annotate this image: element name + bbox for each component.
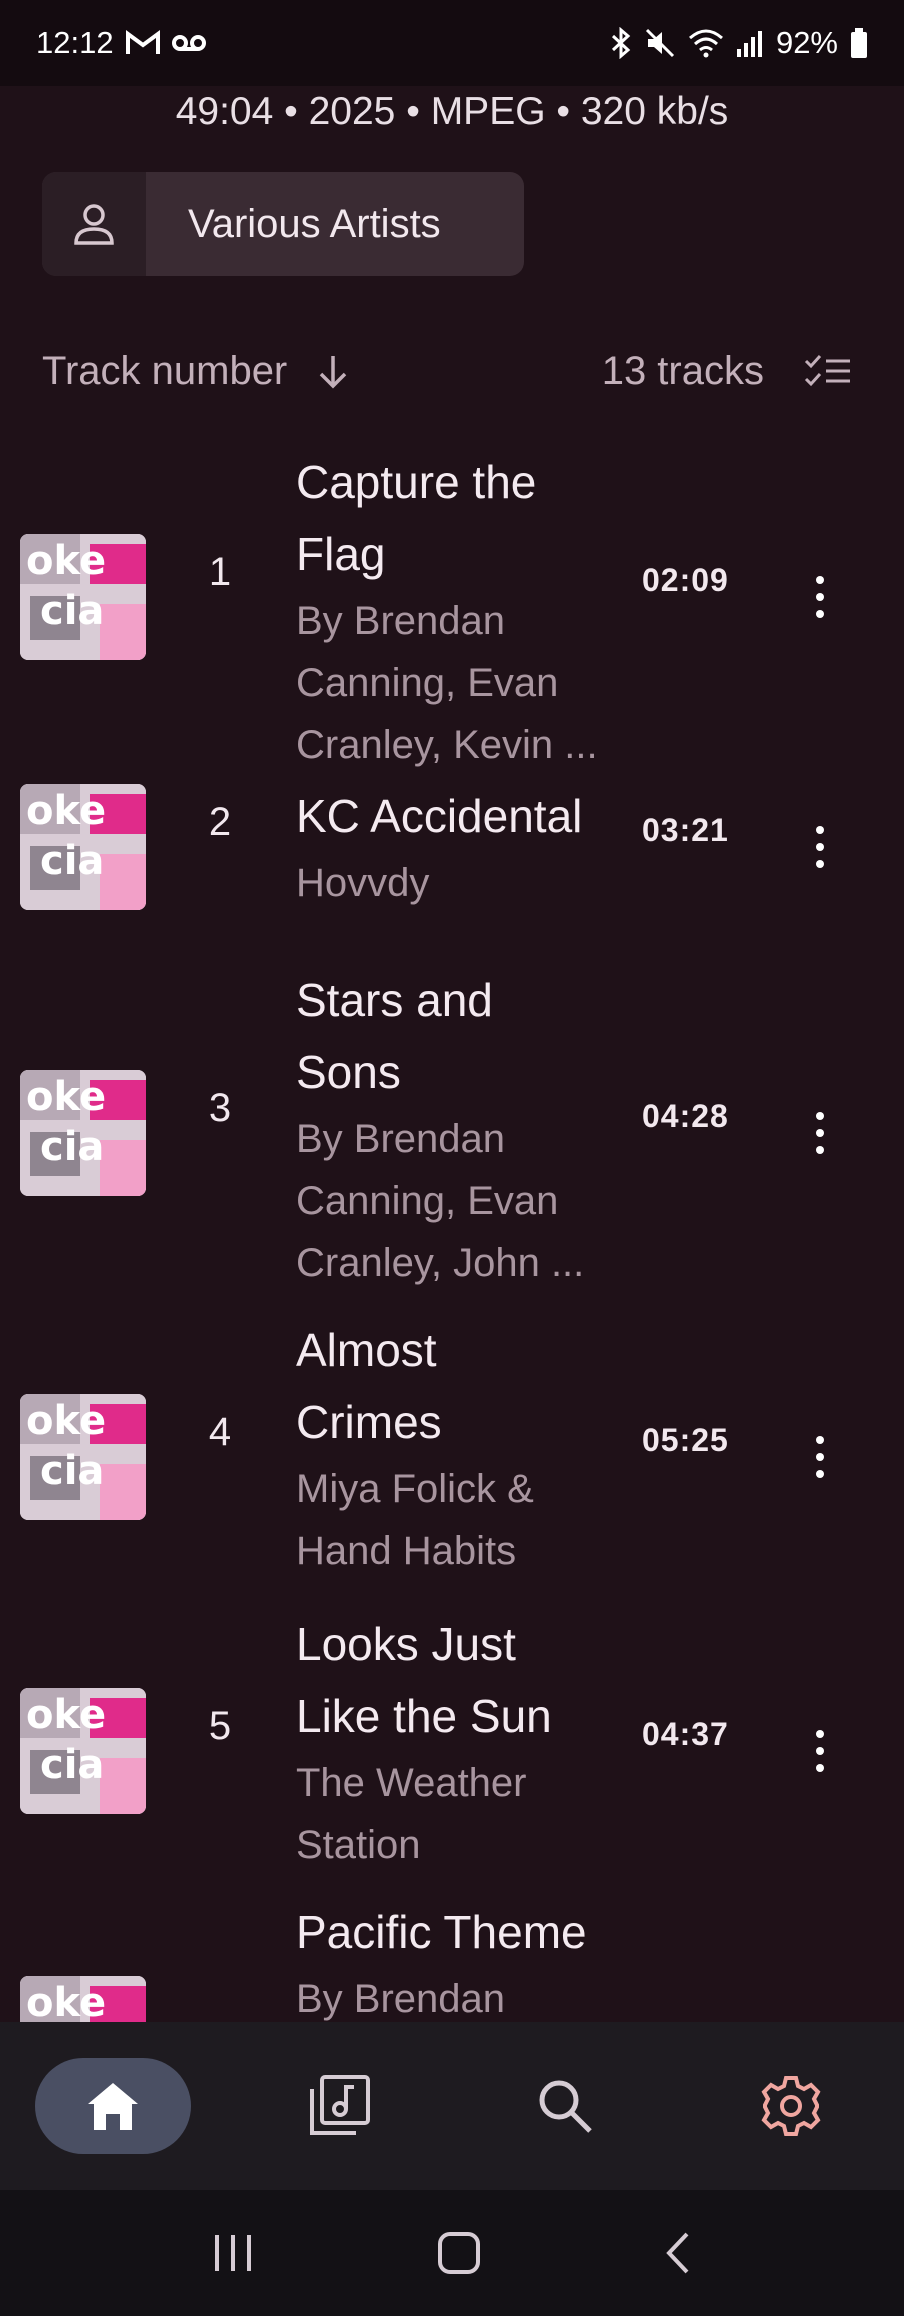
svg-text:oke: oke [26,538,106,584]
select-list-icon[interactable] [804,353,852,389]
svg-text:oke: oke [26,788,106,834]
track-artist: Cranley, John ... [296,1241,585,1285]
arrow-down-icon [315,353,351,389]
nav-settings[interactable] [713,2058,869,2154]
track-duration: 02:09 [642,562,729,598]
status-time: 12:12 [36,25,114,60]
album-art-thumbnail: okecia [20,784,146,910]
more-options-icon[interactable] [800,1098,840,1168]
album-art-thumbnail: okecia [20,534,146,660]
track-count: 13 tracks [601,348,764,393]
battery-icon [850,28,868,58]
nav-library[interactable] [261,2058,417,2154]
album-meta: 49:04 • 2025 • MPEG • 320 kb/s [175,90,729,133]
track-duration: 05:25 [642,1422,729,1458]
more-options-icon[interactable] [800,1716,840,1786]
library-icon [308,2075,370,2137]
home-icon [86,2080,140,2132]
home-button-icon[interactable] [437,2231,481,2275]
track-number: 5 [208,1704,232,1748]
track-title: Pacific Theme [296,1906,587,1958]
more-options-icon[interactable] [800,812,840,882]
artist-label: Various Artists [188,201,441,246]
status-bar: 12:12 92% [0,0,904,86]
track-artist: Canning, Evan [296,1179,559,1223]
track-row[interactable]: oke cia 4 Almost Crimes Miya Folick & Han… [0,1294,904,1594]
svg-text:cia: cia [40,838,104,884]
album-art-thumbnail: okecia [20,1976,146,2022]
track-number: 4 [208,1410,232,1454]
track-artist: Hand Habits [296,1529,517,1573]
track-artist: By Brendan [296,1117,506,1161]
system-navigation-bar [0,2190,904,2316]
track-duration: 04:37 [642,1716,729,1752]
track-number: 3 [208,1086,232,1130]
sort-label: Track number [42,348,288,393]
svg-text:oke: oke [26,1398,106,1444]
sort-button[interactable]: Track number [42,349,351,394]
album-art-thumbnail: okecia [20,1688,146,1814]
sort-bar: Track number 13 tracks [42,336,852,406]
svg-text:cia: cia [40,1742,104,1788]
track-row[interactable]: oke cia 1 Capture the Flag By Brendan Can… [0,446,904,767]
track-artist: Station [296,1823,421,1867]
track-row[interactable]: oke cia 2 KC Accidental Hovvdy 03:21 [0,720,904,964]
track-duration: 03:21 [642,812,729,848]
svg-text:oke: oke [26,1980,106,2022]
track-title: Like the Sun [296,1690,552,1742]
track-number: 1 [208,550,232,594]
track-artist: Miya Folick & [296,1467,534,1511]
track-artist: By Brendan [296,599,506,643]
track-title: Stars and [296,974,493,1026]
person-icon [42,172,146,276]
album-art-thumbnail: okecia [20,1070,146,1196]
svg-text:oke: oke [26,1692,106,1738]
battery-percent: 92% [775,25,838,60]
track-title: Sons [296,1046,401,1098]
track-title: Flag [296,528,386,580]
nav-search[interactable] [487,2058,643,2154]
signal-icon [736,29,764,57]
svg-text:cia: cia [40,1448,104,1494]
more-options-icon[interactable] [800,562,840,632]
back-icon[interactable] [663,2231,693,2275]
settings-icon [759,2074,823,2138]
gmail-icon [125,30,160,56]
track-title: Crimes [296,1396,442,1448]
track-title: Capture the [296,456,537,508]
track-row[interactable]: oke cia 3 Stars and Sons By Brendan Canni… [0,964,904,1294]
track-artist: The Weather [296,1761,527,1805]
track-artist: Canning, Evan [296,661,559,705]
album-art-thumbnail: okecia [20,1394,146,1520]
track-number: 2 [208,800,232,844]
recent-apps-icon[interactable] [211,2233,255,2273]
search-icon [536,2077,594,2135]
nav-home[interactable] [35,2058,191,2154]
track-artist: By Brendan [296,1977,506,2021]
track-row[interactable]: oke cia 5 Looks Just Like the Sun The Wea… [0,1594,904,1882]
svg-text:oke: oke [26,1074,106,1120]
svg-text:cia: cia [40,588,104,634]
track-artist: Hovvdy [296,861,430,905]
more-options-icon[interactable] [800,1422,840,1492]
track-list: oke cia 1 Capture the Flag By Brendan Can… [0,446,904,2022]
track-title: Almost [296,1324,437,1376]
track-title: Looks Just [296,1618,516,1670]
wifi-icon [688,28,724,58]
bottom-navigation [0,2022,904,2190]
artist-chip[interactable]: Various Artists [42,172,524,276]
track-title: KC Accidental [296,790,583,842]
voicemail-icon [171,32,206,54]
track-duration: 04:28 [642,1098,729,1134]
mute-icon [644,27,676,59]
svg-text:cia: cia [40,1124,104,1170]
bluetooth-icon [610,27,632,59]
track-row[interactable]: okecia Pacific Theme By Brendan [0,1882,904,2022]
